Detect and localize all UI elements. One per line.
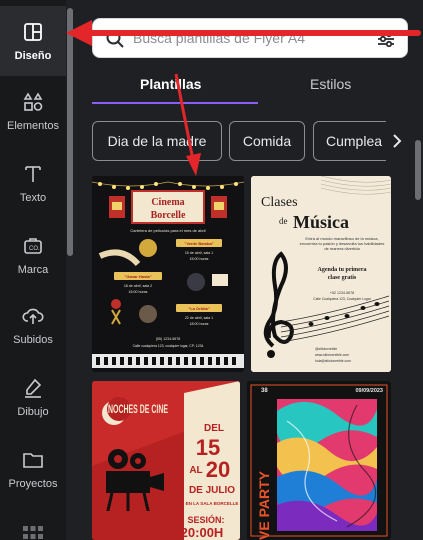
cloud-upload-icon [22,308,44,324]
shapes-icon [23,92,43,111]
search-icon [106,30,124,48]
sidebar-item-label: Texto [19,192,47,204]
folder-icon [23,453,43,468]
panel-scrollbar[interactable] [415,140,421,200]
search-input[interactable] [133,19,363,57]
chip-food[interactable]: Comida [229,121,305,161]
movie2-date: 18 de abril, sala 2 [124,284,152,288]
sidebar-item-uploads[interactable]: Subidos [0,290,66,360]
template-rave-party[interactable]: 38 09/09/2023 VE PARTY [247,381,391,540]
cinema-title-line2: Borcelle [151,210,186,221]
music-phone: +52 1234-5678 [330,291,354,295]
tab-styles[interactable]: Estilos [310,76,351,92]
cinema-address: Calle cualquiera 123, cualquier lugar, C… [133,344,204,348]
sidebar-item-elements[interactable]: Elementos [0,76,66,146]
movie3-date: 22 de abril, sala 1 [185,316,213,320]
chip-mothers-day[interactable]: Dia de la madre [92,121,222,161]
brand-icon: CO. [24,238,42,254]
music-cta-line2: clase gratis [328,275,357,281]
tab-templates[interactable]: Plantillas [140,76,201,92]
music-handle: @sitioincreible [315,347,337,351]
template-artwork: Clases de Música Entra al mundo maravill… [251,176,391,372]
noches-venue: EN LA SALA BORCELLE [186,501,239,506]
design-panel: Diseño Elementos Texto CO. Marca Subidos [0,0,423,540]
movie2-time: 16:00 horas [129,290,148,294]
template-noches-de-cine[interactable]: NOCHES DE CINE DEL 15 AL 20 DE JULIO EN … [92,381,240,540]
sidebar-item-projects[interactable]: Proyectos [0,434,66,504]
music-title-line3: Música [293,212,349,232]
cinema-subtitle: Cartelera de películas para el mes de ab… [130,228,205,233]
sidebar-item-label: Subidos [13,334,53,346]
sidebar-item-label: Proyectos [8,478,58,490]
rave-vertical-title: VE PARTY [256,470,272,540]
noches-day2: 20 [206,457,230,482]
noches-session-time: 20:00H [181,525,224,540]
category-chips: Dia de la madre Comida Cumplea [92,121,408,161]
apps-grid-icon[interactable] [21,522,45,540]
text-icon [25,166,41,182]
chevron-right-icon[interactable] [386,121,408,161]
sidebar-item-label: Dibujo [17,406,49,418]
music-body: Entra al mundo maravilloso de la música,… [299,236,385,251]
noches-del: DEL [204,423,224,434]
cinema-title-line1: Cinema [151,197,184,208]
sidebar-item-brand[interactable]: CO. Marca [0,220,66,290]
rave-number: 38 [261,388,268,394]
template-artwork: Cinema Borcelle Cartelera de películas p… [92,176,244,372]
movie1-date: 15 de abril, sala 1 [185,251,213,255]
music-email: hola@sitioincreible.com [315,359,351,363]
svg-text:CO.: CO. [29,246,40,252]
template-cinema-borcelle[interactable]: Cinema Borcelle Cartelera de películas p… [92,176,244,372]
movie2-title: "Ganar Hasta" [124,274,151,279]
movie1-title: "Verde Bamba" [184,241,213,246]
sidebar-scrollbar[interactable] [67,8,73,256]
cinema-phone: (55) 1234-5678 [156,337,181,341]
template-artwork: 38 09/09/2023 VE PARTY [247,381,391,540]
sidebar-item-design[interactable]: Diseño [0,6,66,76]
movie1-time: 15:00 horas [190,257,209,261]
movie3-time: 18:00 horas [190,322,209,326]
layout-icon [24,23,42,41]
sidebar-item-label: Marca [17,264,49,276]
template-artwork: NOCHES DE CINE DEL 15 AL 20 DE JULIO EN … [92,381,240,540]
noches-session-label: SESIÓN: [187,514,224,525]
sidebar-item-label: Elementos [7,120,59,132]
music-title-line1: Clases [261,195,298,210]
pen-icon [25,378,42,398]
search-bar [92,18,408,58]
music-title-line2: de [279,216,288,226]
active-tab-indicator [92,102,258,104]
tab-bar: Plantillas Estilos [92,66,408,106]
noches-month: DE JULIO [189,485,235,496]
music-cta-line1: Agenda tu primera [318,267,367,273]
noches-title: NOCHES DE CINE [108,402,168,416]
sidebar-item-draw[interactable]: Dibujo [0,362,66,432]
noches-al: AL [189,465,202,476]
sidebar: Diseño Elementos Texto CO. Marca Subidos [0,0,66,540]
music-address: Calle Cualquiera 123, Cualquier Lugar [313,297,372,301]
filter-icon[interactable] [375,28,397,50]
template-clases-de-musica[interactable]: Clases de Música Entra al mundo maravill… [251,176,391,372]
movie3-title: "La Orbita" [188,306,209,311]
rave-date: 09/09/2023 [355,388,383,394]
sidebar-item-label: Diseño [14,50,52,62]
sidebar-item-text[interactable]: Texto [0,148,66,218]
music-web: www.sitioincreible.com [315,353,349,357]
